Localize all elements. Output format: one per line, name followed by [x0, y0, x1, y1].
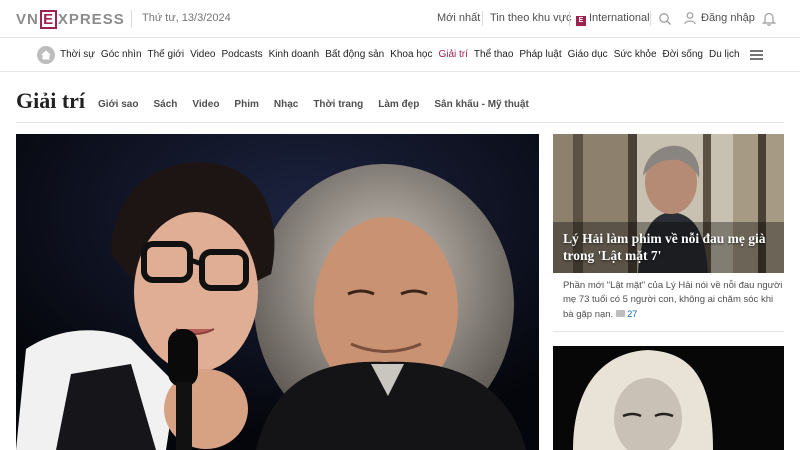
nav-item-8[interactable]: Giải trí	[438, 49, 467, 60]
nav-item-10[interactable]: Pháp luật	[519, 49, 561, 60]
logo-e-box: E	[39, 9, 57, 29]
divider	[16, 122, 784, 123]
side-article-title[interactable]: Lý Hải làm phim về nỗi đau mẹ già trong …	[563, 230, 778, 264]
divider	[482, 11, 483, 26]
side-article-photo-2	[553, 346, 784, 450]
regional-news-link[interactable]: Tin theo khu vực	[490, 12, 572, 24]
nav-item-2[interactable]: Thế giới	[148, 49, 185, 60]
side-article-image[interactable]: Lý Hải làm phim về nỗi đau mẹ già trong …	[553, 134, 784, 273]
comment-icon	[616, 310, 626, 317]
divider	[553, 331, 784, 332]
nav-item-5[interactable]: Kinh doanh	[269, 49, 320, 60]
divider	[650, 11, 651, 26]
section-title[interactable]: Giải trí	[16, 88, 85, 114]
side-article-image-2[interactable]	[553, 346, 784, 450]
nav-item-9[interactable]: Thể thao	[474, 49, 513, 60]
subnav-item-2[interactable]: Video	[192, 99, 219, 110]
user-icon[interactable]	[683, 11, 697, 25]
subnav-item-1[interactable]: Sách	[153, 99, 177, 110]
nav-item-3[interactable]: Video	[190, 49, 215, 60]
bell-icon[interactable]	[762, 11, 776, 26]
login-link[interactable]: Đăng nhập	[701, 12, 755, 24]
subnav-item-4[interactable]: Nhạc	[274, 99, 298, 110]
nav-items: Thời sự Góc nhìn Thế giới Video Podcasts Kinh…	[60, 49, 740, 60]
comment-count[interactable]: 27	[627, 309, 637, 319]
home-icon	[41, 50, 51, 60]
nav-item-13[interactable]: Đời sống	[663, 49, 703, 60]
search-icon[interactable]	[658, 12, 672, 26]
nav-item-4[interactable]: Podcasts	[222, 49, 263, 60]
side-article-desc: Phần mới "Lật mặt" của Lý Hải nói về nỗi…	[563, 279, 783, 322]
divider	[569, 11, 570, 26]
nav-item-14[interactable]: Du lịch	[709, 49, 740, 60]
section-subnav: Giới sao Sách Video Phim Nhạc Thời trang Làm đ…	[98, 99, 529, 110]
featured-photo	[16, 134, 539, 450]
home-button[interactable]	[37, 46, 55, 64]
subnav-item-0[interactable]: Giới sao	[98, 99, 138, 110]
international-label: International	[589, 12, 650, 24]
logo-vn-text: VN	[16, 10, 39, 28]
nav-item-7[interactable]: Khoa học	[390, 49, 432, 60]
nav-item-12[interactable]: Sức khỏe	[614, 49, 657, 60]
top-bar: VN E XPRESS Thứ tư, 13/3/2024 Mới nhất Tin…	[0, 0, 800, 38]
main-nav: Thời sự Góc nhìn Thế giới Video Podcasts Kinh…	[0, 38, 800, 72]
subnav-item-3[interactable]: Phim	[234, 99, 258, 110]
nav-item-1[interactable]: Góc nhìn	[101, 49, 142, 60]
vnexpress-logo[interactable]: VN E XPRESS	[16, 9, 125, 29]
international-link[interactable]: E International	[576, 12, 650, 26]
nav-item-11[interactable]: Giáo dục	[568, 49, 608, 60]
nav-item-6[interactable]: Bất động sản	[325, 49, 384, 60]
divider	[131, 10, 132, 28]
subnav-item-6[interactable]: Làm đẹp	[378, 99, 419, 110]
current-date: Thứ tư, 13/3/2024	[142, 12, 231, 24]
side-article-desc-text: Phần mới "Lật mặt" của Lý Hải nói về nỗi…	[563, 280, 783, 320]
international-icon: E	[576, 16, 586, 26]
latest-news-link[interactable]: Mới nhất	[437, 12, 480, 24]
hamburger-icon[interactable]	[750, 50, 763, 60]
subnav-item-7[interactable]: Sân khấu - Mỹ thuật	[434, 99, 528, 110]
featured-image[interactable]	[16, 134, 539, 450]
subnav-item-5[interactable]: Thời trang	[313, 99, 363, 110]
nav-item-0[interactable]: Thời sự	[60, 49, 95, 60]
logo-xpress-text: XPRESS	[57, 10, 125, 28]
